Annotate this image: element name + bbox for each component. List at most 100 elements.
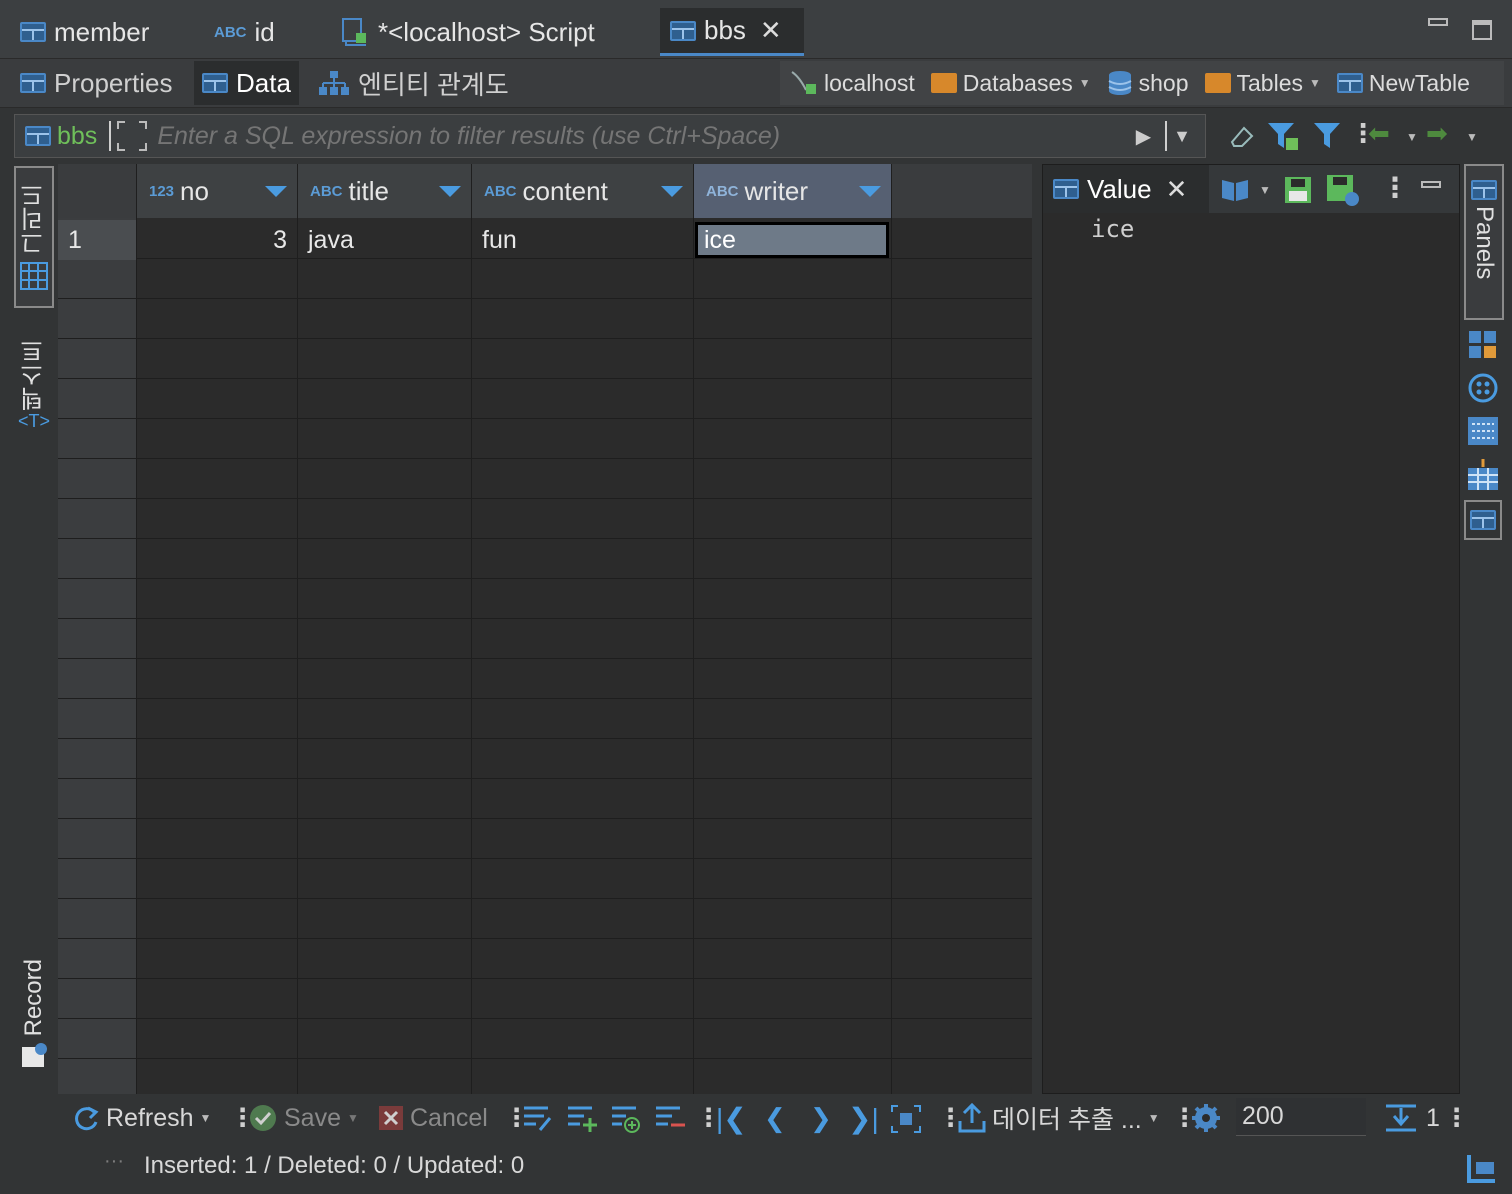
edit-row-icon[interactable] xyxy=(522,1104,554,1132)
tab-label: Data xyxy=(236,67,291,98)
references-icon[interactable] xyxy=(1467,458,1499,492)
filter-table-name[interactable]: bbs xyxy=(57,122,97,151)
close-icon[interactable]: ✕ xyxy=(760,15,782,46)
play-icon[interactable]: ▶ xyxy=(1136,124,1151,149)
refresh-button[interactable]: Refresh ▼ xyxy=(72,1096,211,1140)
grouping-icon[interactable] xyxy=(1467,372,1499,404)
expand-icon[interactable] xyxy=(115,119,149,153)
grid-row-line xyxy=(58,498,1032,499)
arrow-back-icon[interactable]: ⬅ xyxy=(1368,118,1390,149)
column-header-content[interactable]: ABC content xyxy=(472,164,694,218)
column-header-writer[interactable]: ABC writer xyxy=(694,164,892,218)
calculator-icon[interactable] xyxy=(1467,416,1499,446)
sort-dropdown-icon[interactable] xyxy=(859,186,881,197)
layout-toggle-icon[interactable] xyxy=(1466,1152,1498,1184)
editor-tab-member[interactable]: member xyxy=(10,8,200,56)
filter-input[interactable] xyxy=(149,120,1136,152)
cell-no[interactable]: 3 xyxy=(137,220,297,260)
breadcrumb-new-table[interactable]: NewTable xyxy=(1336,70,1470,97)
column-header-no[interactable]: 123 no xyxy=(137,164,298,218)
more-icon[interactable]: ⋮ xyxy=(1444,1096,1469,1140)
left-tab-text[interactable]: 텍스트 <T> xyxy=(14,330,54,440)
breadcrumb-connection[interactable]: localhost xyxy=(788,68,915,98)
abc-type-icon: ABC xyxy=(706,182,739,200)
chevron-down-icon[interactable]: ▼ xyxy=(1466,130,1478,144)
filter-icon[interactable] xyxy=(1312,120,1342,150)
grid-row-line xyxy=(58,338,1032,339)
chevron-down-icon[interactable]: ▼ xyxy=(347,1111,359,1125)
right-tab-panels[interactable]: Panels xyxy=(1464,164,1504,320)
tab-label: Properties xyxy=(54,67,173,98)
tab-data[interactable]: Data xyxy=(194,61,299,105)
arrow-forward-icon[interactable]: ➡ xyxy=(1426,118,1448,149)
tables-folder-icon xyxy=(1204,73,1231,93)
abc-type-icon: ABC xyxy=(310,182,343,200)
filter-bar: bbs ▶ ▼ ⋮ ⬅ ▼ ➡ ▼ xyxy=(14,112,1502,160)
column-header-title[interactable]: ABC title xyxy=(298,164,472,218)
editor-tab-script[interactable]: *<localhost> Script xyxy=(330,8,650,56)
save-to-file-icon[interactable] xyxy=(1325,173,1361,207)
more-icon[interactable]: ⋮ xyxy=(1381,171,1409,204)
cancel-button[interactable]: Cancel xyxy=(378,1096,488,1140)
maximize-icon[interactable] xyxy=(1472,20,1492,40)
grid-row-line xyxy=(58,658,1032,659)
cell-title[interactable]: java xyxy=(298,220,471,260)
table-icon xyxy=(25,126,51,146)
grid-row-line xyxy=(58,578,1032,579)
breadcrumb-database[interactable]: shop xyxy=(1107,69,1189,97)
eraser-icon[interactable] xyxy=(1226,120,1256,150)
abc-type-icon: ABC xyxy=(214,23,247,41)
copy-row-icon[interactable] xyxy=(610,1104,642,1134)
value-viewer-tab[interactable] xyxy=(1464,500,1502,540)
next-page-icon[interactable]: ❯ xyxy=(810,1096,832,1140)
tab-er-diagram[interactable]: 엔티티 관계도 xyxy=(310,61,517,105)
editor-tab-bar: member ABC id *<localhost> Script bbs ✕ xyxy=(0,0,1512,59)
minimize-icon[interactable] xyxy=(1421,181,1441,188)
left-tab-record[interactable]: Record xyxy=(14,950,54,1078)
chevron-down-icon[interactable]: ▼ xyxy=(1079,76,1091,90)
book-icon[interactable] xyxy=(1219,175,1253,203)
delete-row-icon[interactable] xyxy=(654,1104,686,1132)
chevron-down-icon[interactable]: ▼ xyxy=(200,1111,212,1125)
add-row-icon[interactable] xyxy=(566,1104,598,1132)
value-tab[interactable]: Value ✕ xyxy=(1043,165,1209,213)
value-panel-icon xyxy=(1470,510,1496,530)
chevron-down-icon[interactable]: ▼ xyxy=(1259,183,1271,197)
chevron-down-icon[interactable]: ▼ xyxy=(1406,130,1418,144)
last-page-icon[interactable]: ❯| xyxy=(848,1096,879,1140)
left-tab-grid[interactable]: 그리드 xyxy=(14,166,54,308)
cell-writer-selected[interactable]: ice xyxy=(695,222,889,258)
value-text[interactable]: ice xyxy=(1091,215,1134,243)
export-data-button[interactable]: 데이터 추출 ... ▼ xyxy=(958,1096,1160,1140)
cell-content[interactable]: fun xyxy=(472,220,693,260)
table-icon xyxy=(1336,73,1363,93)
save-button[interactable]: Save ▼ xyxy=(248,1096,359,1140)
sort-dropdown-icon[interactable] xyxy=(439,186,461,197)
filter-save-icon[interactable] xyxy=(1266,120,1300,152)
tab-properties[interactable]: Properties xyxy=(12,61,181,105)
breadcrumb-databases[interactable]: Databases ▼ xyxy=(930,70,1091,97)
fetch-size-input[interactable] xyxy=(1236,1098,1366,1136)
results-grid: 123 no ABC title ABC content ABC writer … xyxy=(58,164,1032,1094)
metadata-icon[interactable] xyxy=(1468,330,1498,360)
chevron-down-icon[interactable]: ▼ xyxy=(1148,1111,1160,1125)
status-ellipsis-icon: ··· xyxy=(104,1150,124,1172)
fetch-all-icon[interactable] xyxy=(890,1104,922,1134)
save-icon[interactable] xyxy=(1283,175,1313,205)
breadcrumb-tables[interactable]: Tables ▼ xyxy=(1204,70,1321,97)
editor-tab-id[interactable]: ABC id xyxy=(204,8,324,56)
settings-gear-icon[interactable] xyxy=(1190,1102,1222,1134)
previous-page-icon[interactable]: ❮ xyxy=(764,1096,786,1140)
first-page-icon[interactable]: |❮ xyxy=(716,1096,747,1140)
minimize-icon[interactable] xyxy=(1428,18,1448,26)
sort-dropdown-icon[interactable] xyxy=(661,186,683,197)
row-count-icon[interactable] xyxy=(1384,1102,1418,1134)
grid-row-line xyxy=(58,698,1032,699)
chevron-down-icon[interactable]: ▼ xyxy=(1309,76,1321,90)
status-text: Inserted: 1 / Deleted: 0 / Updated: 0 xyxy=(144,1152,525,1179)
row-number[interactable]: 1 xyxy=(58,220,136,260)
chevron-down-icon[interactable]: ▼ xyxy=(1173,126,1191,147)
close-icon[interactable]: ✕ xyxy=(1166,174,1188,205)
sort-dropdown-icon[interactable] xyxy=(265,186,287,197)
editor-tab-bbs[interactable]: bbs ✕ xyxy=(660,8,804,56)
